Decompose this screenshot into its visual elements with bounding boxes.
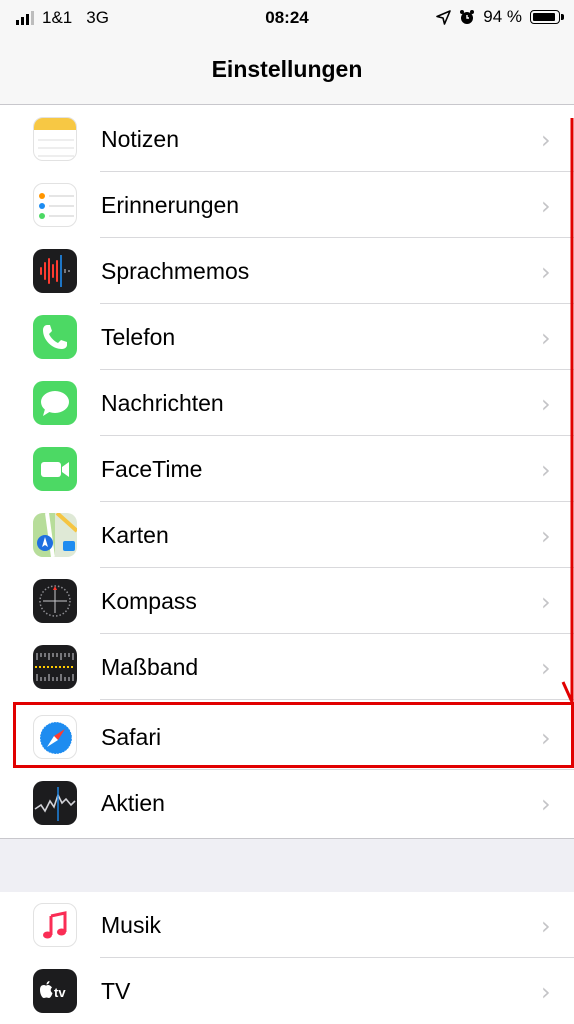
messages-icon [33,381,77,425]
settings-row-nachrichten[interactable]: Nachrichten › [0,370,574,436]
tv-icon-text: tv [54,985,66,1000]
measure-icon [33,645,77,689]
row-label: Sprachmemos [101,258,250,284]
voice-memos-icon [33,249,77,293]
chevron-right-icon: › [541,456,551,484]
settings-row-massband[interactable]: Maßband › [0,634,574,700]
row-label: TV [101,978,131,1004]
stocks-icon [33,781,77,825]
row-label: Notizen [101,126,179,152]
chevron-right-icon: › [541,654,551,682]
status-right: 94 % [436,7,564,27]
navigation-bar: Einstellungen [0,34,574,105]
chevron-right-icon: › [541,790,551,818]
row-label: Kompass [101,588,197,614]
reminders-icon [33,183,77,227]
row-label: Safari [101,724,162,750]
chevron-right-icon: › [541,978,551,1006]
phone-icon [33,315,77,359]
section-separator [0,838,574,894]
page-title: Einstellungen [211,56,363,82]
battery-icon [530,10,564,24]
settings-row-sprachmemos[interactable]: Sprachmemos › [0,238,574,304]
tv-icon: tv [33,969,77,1013]
row-label: Musik [101,912,162,938]
settings-row-tv[interactable]: tv TV › [0,958,574,1024]
row-separator [100,699,574,700]
row-label: Telefon [101,324,176,350]
settings-row-facetime[interactable]: FaceTime › [0,436,574,502]
settings-row-kompass[interactable]: Kompass › [0,568,574,634]
settings-row-musik[interactable]: Musik › [0,892,574,958]
maps-icon [33,513,77,557]
notes-icon [33,117,77,161]
chevron-right-icon: › [541,390,551,418]
battery-percent: 94 % [483,7,522,26]
settings-row-safari[interactable]: Safari › [0,704,574,770]
safari-icon [33,715,77,759]
row-label: Nachrichten [101,390,224,416]
compass-icon [33,579,77,623]
settings-row-karten[interactable]: Karten › [0,502,574,568]
music-icon [33,903,77,947]
chevron-right-icon: › [541,522,551,550]
settings-row-aktien[interactable]: Aktien › [0,770,574,836]
facetime-icon [33,447,77,491]
chevron-right-icon: › [541,588,551,616]
row-label: Maßband [101,654,199,680]
alarm-clock-icon [460,10,475,24]
settings-row-telefon[interactable]: Telefon › [0,304,574,370]
chevron-right-icon: › [541,258,551,286]
row-label: Erinnerungen [101,192,240,218]
chevron-right-icon: › [541,126,551,154]
row-label: Karten [101,522,169,548]
settings-row-notizen[interactable]: Notizen › [0,106,574,172]
location-arrow-icon [436,9,452,25]
chevron-right-icon: › [541,724,551,752]
row-label: Aktien [101,790,165,816]
status-bar: 1&1 3G 08:24 94 % [0,0,574,34]
settings-row-erinnerungen[interactable]: Erinnerungen › [0,172,574,238]
chevron-right-icon: › [541,324,551,352]
chevron-right-icon: › [541,192,551,220]
chevron-right-icon: › [541,912,551,940]
row-label: FaceTime [101,456,203,482]
